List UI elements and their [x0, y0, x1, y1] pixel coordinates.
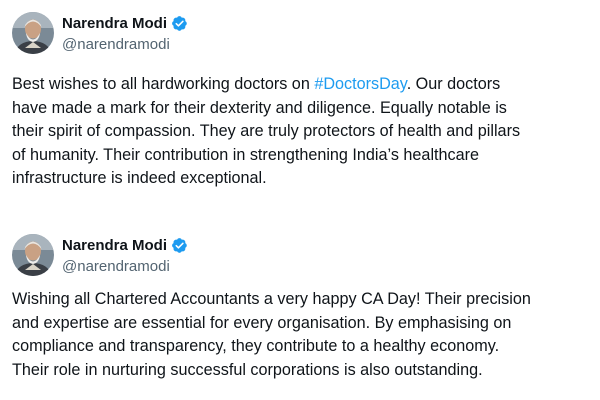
tweet-text-line: Their role in nurturing successful corpo… [12, 360, 483, 379]
avatar-photo-icon [12, 234, 54, 276]
tweet-text-line: compliance and transparency, they contri… [12, 337, 500, 356]
author-handle[interactable]: @narendramodi [62, 36, 170, 53]
verified-badge-icon [172, 238, 187, 253]
author-avatar[interactable] [12, 234, 54, 276]
tweet-text-line: of humanity. Their contribution in stren… [12, 145, 480, 164]
tweet-text-line: infrastructure is indeed exceptional. [12, 169, 267, 188]
text-segment: . Our doctors [406, 75, 501, 93]
tweet-text-line: Best wishes to all hardworking doctors o… [12, 73, 594, 97]
tweet-text-line: Wishing all Chartered Accountants a very… [12, 290, 531, 308]
tweet-text-line: have made a mark for their dexterity and… [12, 98, 507, 117]
tweet-text: Best wishes to all hardworking doctors o… [12, 73, 594, 191]
author-name-row[interactable]: Narendra Modi [62, 237, 188, 254]
avatar-photo-icon [12, 12, 54, 54]
author-name[interactable]: Narendra Modi [62, 15, 167, 32]
author-avatar[interactable] [12, 12, 54, 54]
author-name-row[interactable]: Narendra Modi [62, 15, 188, 32]
hashtag-link[interactable]: #DoctorsDay [314, 75, 406, 93]
verified-badge-icon [172, 16, 187, 31]
tweet-text-line: and expertise are essential for every or… [12, 313, 512, 332]
tweet-text-line: their spirit of compassion. They are tru… [12, 122, 521, 141]
text-segment: Best wishes to all hardworking doctors o… [12, 75, 315, 93]
author-handle[interactable]: @narendramodi [62, 258, 170, 275]
tweet-text: Wishing all Chartered Accountants a very… [12, 288, 594, 382]
author-name[interactable]: Narendra Modi [62, 237, 167, 254]
